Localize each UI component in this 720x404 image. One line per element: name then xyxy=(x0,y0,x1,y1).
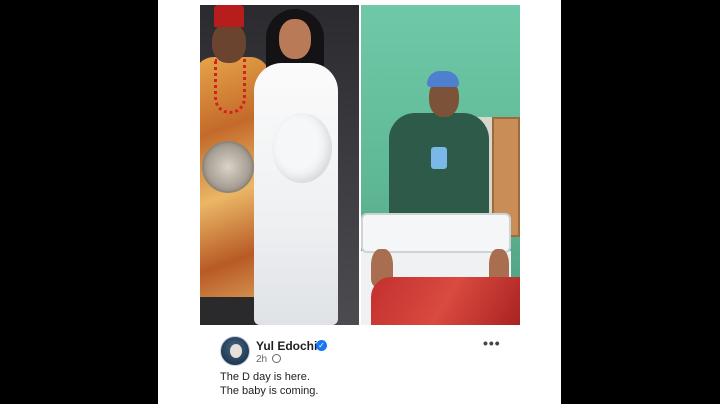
post-text-line-1: The D day is here. xyxy=(220,371,310,383)
post-text-line-2: The baby is coming. xyxy=(220,385,319,397)
globe-icon xyxy=(271,354,281,363)
more-options-icon[interactable]: ••• xyxy=(483,335,501,351)
couple-photo[interactable] xyxy=(200,5,359,325)
verified-badge-icon: ✓ xyxy=(316,340,327,351)
post-meta: 2h xyxy=(256,354,281,365)
facebook-post-card: Yul Edochie ✓ 2h ••• The D day is here. … xyxy=(158,0,561,404)
author-avatar[interactable] xyxy=(220,336,250,366)
hospital-bed xyxy=(361,213,520,325)
post-image-collage[interactable] xyxy=(200,5,520,325)
surgical-cap xyxy=(427,71,459,87)
post-timestamp[interactable]: 2h xyxy=(256,354,267,365)
surgical-mask xyxy=(431,147,447,169)
hospital-photo[interactable] xyxy=(361,5,520,325)
pregnant-woman-white-dress xyxy=(252,5,338,325)
video-frame: Yul Edochie ✓ 2h ••• The D day is here. … xyxy=(0,0,720,404)
author-name[interactable]: Yul Edochie xyxy=(256,339,324,353)
post-footer: Yul Edochie ✓ 2h ••• The D day is here. … xyxy=(220,335,510,402)
